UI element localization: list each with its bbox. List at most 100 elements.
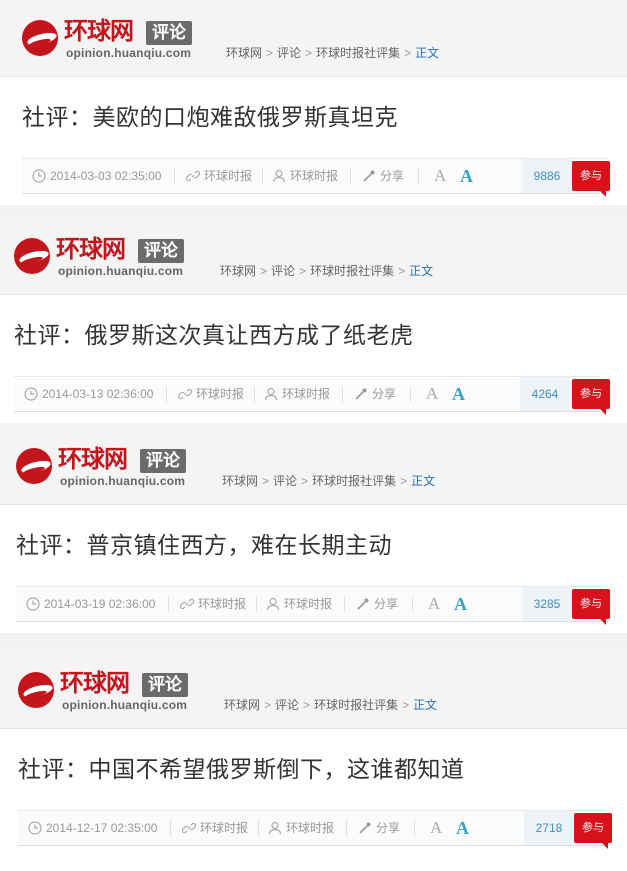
comment-count[interactable]: 3285 <box>522 587 572 621</box>
divider <box>414 820 415 836</box>
font-decrease-button[interactable]: A <box>434 159 446 193</box>
comment-count[interactable]: 9886 <box>522 159 572 193</box>
divider <box>170 820 171 836</box>
globe-logo-icon <box>18 672 54 708</box>
logo-text: 环球网 <box>60 669 130 697</box>
logo-domain: opinion.huanqiu.com <box>60 474 186 488</box>
publish-time-text: 2014-03-19 02:36:00 <box>44 597 156 611</box>
article-panel-4: 环球网 评论 opinion.huanqiu.com 环球网 > 评论 > 环球时报社评… <box>0 652 627 871</box>
join-discussion-button[interactable]: 参与 <box>572 589 610 625</box>
globe-logo-icon <box>14 238 50 274</box>
breadcrumb-separator: > <box>404 46 412 60</box>
logo-tag: 评论 <box>142 673 188 697</box>
author-label: 环球时报 <box>284 597 333 611</box>
site-logo[interactable]: 环球网 评论 opinion.huanqiu.com <box>14 232 214 280</box>
breadcrumb-opinion[interactable]: 评论 <box>271 264 295 278</box>
link-icon <box>178 388 192 400</box>
font-small-label: A <box>428 594 441 613</box>
breadcrumb: 环球网 > 评论 > 环球时报社评集 > 正文 <box>224 696 437 713</box>
font-decrease-button[interactable]: A <box>426 377 438 411</box>
share-button[interactable]: 分享 <box>356 587 398 621</box>
font-small-label: A <box>430 818 443 837</box>
breadcrumb-current: 正文 <box>411 474 436 488</box>
article-meta-bar: 2014-03-19 02:36:00 环球时报 环球时报 分享 A A 328… <box>16 586 610 625</box>
breadcrumb-separator: > <box>262 474 270 488</box>
share-button[interactable]: 分享 <box>358 811 400 845</box>
site-logo[interactable]: 环球网 评论 opinion.huanqiu.com <box>16 442 216 490</box>
source-link[interactable]: 环球时报 <box>180 587 246 621</box>
author: 环球时报 <box>272 159 338 193</box>
comment-count[interactable]: 4264 <box>520 377 570 411</box>
source-link[interactable]: 环球时报 <box>178 377 244 411</box>
breadcrumb-editorials[interactable]: 环球时报社评集 <box>314 698 398 712</box>
join-discussion-button[interactable]: 参与 <box>572 379 610 415</box>
breadcrumb-separator: > <box>264 698 272 712</box>
breadcrumb-home[interactable]: 环球网 <box>220 264 256 278</box>
share-button[interactable]: 分享 <box>354 377 396 411</box>
divider <box>258 820 259 836</box>
share-icon <box>355 388 367 400</box>
share-icon <box>357 598 369 610</box>
source-label: 环球时报 <box>200 821 249 835</box>
breadcrumb-editorials[interactable]: 环球时报社评集 <box>316 46 400 60</box>
page: 环球网 评论 opinion.huanqiu.com 环球网 > 评论 > 环球时报社评… <box>0 0 627 871</box>
article-title: 社评：中国不希望俄罗斯倒下，这谁都知道 <box>18 757 465 783</box>
breadcrumb-home[interactable]: 环球网 <box>226 46 262 60</box>
font-decrease-button[interactable]: A <box>428 587 440 621</box>
join-discussion-button[interactable]: 参与 <box>572 161 610 197</box>
publish-time: 2014-03-13 02:36:00 <box>24 377 153 411</box>
comment-count[interactable]: 2718 <box>524 811 574 845</box>
join-discussion-button[interactable]: 参与 <box>574 813 612 849</box>
source-link[interactable]: 环球时报 <box>182 811 248 845</box>
site-logo[interactable]: 环球网 评论 opinion.huanqiu.com <box>22 14 222 62</box>
breadcrumb-current: 正文 <box>409 264 434 278</box>
breadcrumb-home[interactable]: 环球网 <box>224 698 260 712</box>
site-header: 环球网 评论 opinion.huanqiu.com 环球网 > 评论 > 环球时报社评… <box>0 218 627 295</box>
font-decrease-button[interactable]: A <box>430 811 442 845</box>
source-link[interactable]: 环球时报 <box>186 159 252 193</box>
logo-domain: opinion.huanqiu.com <box>58 264 184 278</box>
source-label: 环球时报 <box>198 597 247 611</box>
font-small-label: A <box>434 166 447 185</box>
user-icon <box>264 387 278 401</box>
breadcrumb-opinion[interactable]: 评论 <box>277 46 301 60</box>
breadcrumb-separator: > <box>398 264 406 278</box>
breadcrumb-separator: > <box>305 46 313 60</box>
site-header: 环球网 评论 opinion.huanqiu.com 环球网 > 评论 > 环球时报社评… <box>0 652 627 729</box>
font-increase-button[interactable]: A <box>460 159 473 193</box>
article-title: 社评：俄罗斯这次真让西方成了纸老虎 <box>14 323 414 349</box>
divider <box>254 386 255 402</box>
breadcrumb-editorials[interactable]: 环球时报社评集 <box>312 474 396 488</box>
divider <box>168 596 169 612</box>
font-increase-button[interactable]: A <box>454 587 467 621</box>
breadcrumb-editorials[interactable]: 环球时报社评集 <box>310 264 394 278</box>
logo-text: 环球网 <box>58 445 128 473</box>
logo-text: 环球网 <box>64 17 134 45</box>
font-large-label: A <box>460 166 473 186</box>
clock-icon <box>32 169 46 183</box>
divider <box>350 168 351 184</box>
breadcrumb-separator: > <box>260 264 268 278</box>
font-small-label: A <box>426 384 439 403</box>
divider <box>256 596 257 612</box>
author-label: 环球时报 <box>286 821 335 835</box>
site-logo[interactable]: 环球网 评论 opinion.huanqiu.com <box>18 666 218 714</box>
logo-tag: 评论 <box>138 239 184 263</box>
share-label: 分享 <box>372 387 397 401</box>
article-meta-bar: 2014-03-13 02:36:00 环球时报 环球时报 分享 A A 426… <box>14 376 610 415</box>
share-button[interactable]: 分享 <box>362 159 404 193</box>
breadcrumb: 环球网 > 评论 > 环球时报社评集 > 正文 <box>226 44 439 61</box>
breadcrumb-separator: > <box>266 46 274 60</box>
user-icon <box>266 597 280 611</box>
breadcrumb-opinion[interactable]: 评论 <box>275 698 299 712</box>
breadcrumb-separator: > <box>303 698 311 712</box>
font-increase-button[interactable]: A <box>452 377 465 411</box>
share-icon <box>359 822 371 834</box>
author: 环球时报 <box>268 811 334 845</box>
font-increase-button[interactable]: A <box>456 811 469 845</box>
breadcrumb-separator: > <box>301 474 309 488</box>
divider <box>344 596 345 612</box>
breadcrumb-home[interactable]: 环球网 <box>222 474 258 488</box>
divider <box>342 386 343 402</box>
breadcrumb-opinion[interactable]: 评论 <box>273 474 297 488</box>
